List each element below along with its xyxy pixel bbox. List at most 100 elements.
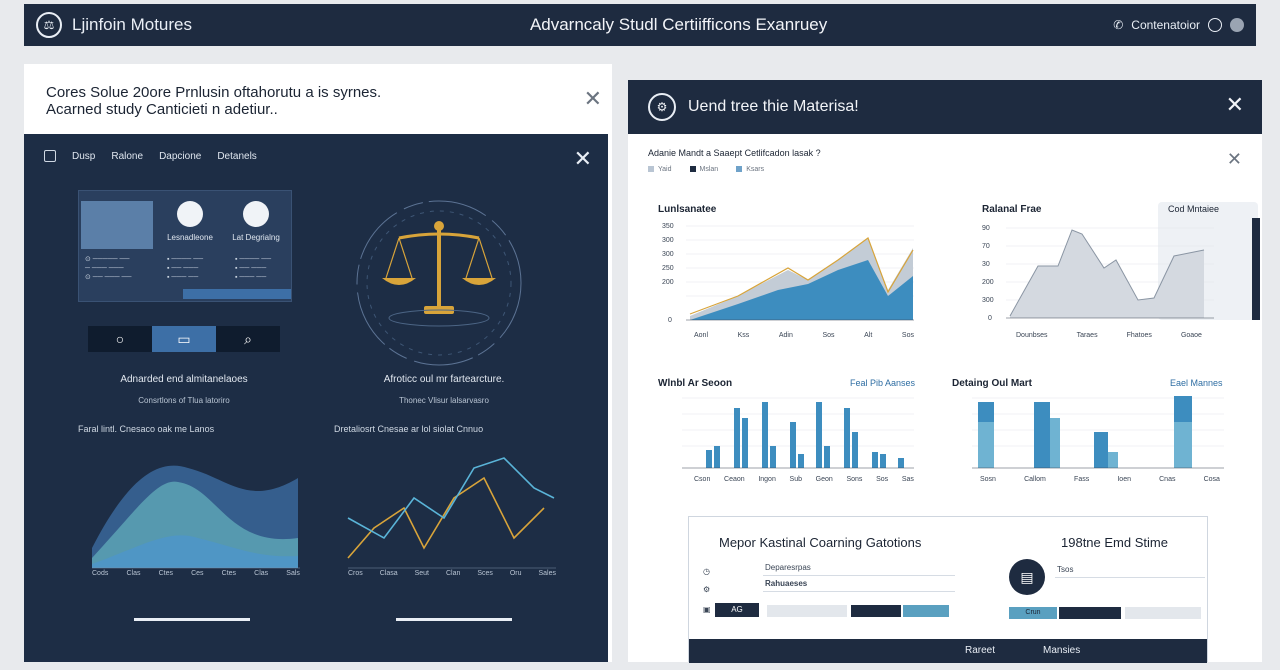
phone-icon[interactable]: ✆ bbox=[1113, 18, 1123, 32]
nav-item-1[interactable]: Dusp bbox=[72, 151, 95, 162]
x-tick: Sos bbox=[822, 332, 835, 339]
top-bar: ⚖ Ljinfoin Motures Advarncaly Studl Cert… bbox=[24, 4, 1256, 46]
footer-left-label[interactable]: Rareet bbox=[965, 645, 995, 656]
x-tick: Kss bbox=[737, 332, 750, 339]
bar bbox=[706, 450, 712, 468]
world-map-icon bbox=[81, 201, 153, 249]
x-tick: Sub bbox=[789, 476, 802, 483]
material-logo-icon: ⚙ bbox=[648, 93, 676, 121]
x-tick: Ctes bbox=[158, 570, 173, 577]
gear-icon: ⚙ bbox=[703, 585, 711, 594]
x-tick: Cosa bbox=[1203, 476, 1220, 483]
x-tick: Ces bbox=[191, 570, 204, 577]
bar bbox=[1108, 452, 1118, 468]
input-field[interactable] bbox=[1125, 607, 1201, 619]
bar bbox=[816, 402, 822, 468]
brand-logo-icon: ⚖ bbox=[36, 12, 62, 38]
divider bbox=[763, 575, 955, 576]
close-icon[interactable]: ✕ bbox=[574, 148, 592, 170]
subcaption-left: Consrtlons of Tlua latoriro bbox=[138, 396, 230, 405]
scroll-strip[interactable] bbox=[1252, 218, 1260, 320]
x-tick: Clas bbox=[254, 570, 269, 577]
right-panel-title: Uend tree thie Materisa! bbox=[688, 98, 859, 115]
divider bbox=[1055, 577, 1205, 578]
x-tick: Adin bbox=[778, 332, 793, 339]
bar bbox=[734, 408, 740, 468]
circle-tool-icon[interactable]: ○ bbox=[88, 326, 152, 352]
x-tick: Aonl bbox=[694, 332, 709, 339]
y-tick: 0 bbox=[668, 317, 672, 324]
x-tick: Geon bbox=[815, 476, 833, 483]
x-tick: Sals bbox=[286, 570, 300, 577]
bar bbox=[770, 446, 776, 468]
nav-item-4[interactable]: Detanels bbox=[217, 151, 256, 162]
input-field-dark[interactable] bbox=[1059, 607, 1121, 619]
input-field-blue[interactable] bbox=[903, 605, 949, 617]
chart-1: 350 300 300 250 200 0 bbox=[662, 223, 914, 324]
input-field-dark[interactable] bbox=[851, 605, 901, 617]
chart-4-title: Detaing Oul Mart bbox=[952, 378, 1033, 389]
x-tick: Cson bbox=[694, 476, 711, 483]
x-tick: Cros bbox=[348, 570, 363, 577]
y-tick: 250 bbox=[662, 265, 674, 272]
left-panel: Cores Solue 20ore Prnlusin oftahorutu a … bbox=[24, 64, 612, 662]
y-tick: 300 bbox=[982, 297, 994, 304]
y-tick: 30 bbox=[982, 261, 990, 268]
y-tick: 90 bbox=[982, 225, 990, 232]
profile-detail-lines: ⊙ ───── ── ─ ─── ─── ⊙ ── ─── ── bbox=[85, 256, 132, 281]
right-legend: Yaid Mslan Ksars bbox=[648, 166, 764, 173]
footer-right-label[interactable]: Mansies bbox=[1043, 645, 1080, 656]
status-ring-icon[interactable] bbox=[1208, 18, 1222, 32]
crun-button[interactable]: Crun bbox=[1009, 607, 1057, 619]
ag-button[interactable]: AG bbox=[715, 603, 759, 617]
menu-square-icon[interactable] bbox=[44, 150, 56, 162]
left-header-line-2: Acarned study Canticieti n adetiur.. bbox=[46, 101, 278, 118]
x-tick: Sosn bbox=[980, 476, 996, 483]
chart-4-x-axis: Sosn Callom Fass Ioen Cnas Cosa bbox=[980, 476, 1220, 483]
profile-detail-lines: ▪ ──── ── ▪ ── ─── ▪ ─── ── bbox=[235, 256, 272, 281]
x-tick: Sales bbox=[538, 570, 556, 577]
close-icon[interactable]: ✕ bbox=[584, 88, 602, 110]
dark-dashboard: Dusp Ralone Dapcione Detanels ✕ Lesnadle… bbox=[24, 134, 608, 662]
chart-4-link[interactable]: Eael Mannes bbox=[1170, 378, 1223, 388]
left-line-chart-x-axis: Cros Clasa Seut Clan Sces Oru Sales bbox=[348, 570, 556, 577]
close-icon[interactable]: ✕ bbox=[1226, 94, 1244, 116]
right-panel-header: ⚙ Uend tree thie Materisa! ✕ bbox=[628, 80, 1262, 134]
left-area-chart-x-axis: Cods Clas Ctes Ces Ctes Clas Sals bbox=[92, 570, 300, 577]
x-tick: Ingon bbox=[758, 476, 776, 483]
avatar[interactable] bbox=[1230, 18, 1244, 32]
chart-3-link[interactable]: Feal Pib Aanses bbox=[850, 378, 915, 388]
legend-item: Yaid bbox=[648, 166, 672, 173]
nav-item-3[interactable]: Dapcione bbox=[159, 151, 201, 162]
card-icon: ▣ bbox=[703, 605, 711, 614]
contact-label[interactable]: Contenatoior bbox=[1131, 18, 1200, 32]
line-series-blue bbox=[347, 457, 555, 540]
bottom-card: Mepor Kastinal Coarning Gatotions 198tne… bbox=[688, 516, 1208, 663]
card-tool-icon[interactable]: ▭ bbox=[152, 326, 216, 352]
y-tick: 0 bbox=[988, 315, 992, 322]
bar bbox=[1174, 422, 1192, 468]
chart-3-title: Wlnbl Ar Seoon bbox=[658, 378, 733, 389]
profile-1-label: Lesnadleone bbox=[167, 233, 213, 242]
nav-item-2[interactable]: Ralone bbox=[111, 151, 143, 162]
bar bbox=[978, 422, 994, 468]
close-icon[interactable]: ✕ bbox=[1227, 150, 1242, 168]
x-tick: Callom bbox=[1024, 476, 1046, 483]
brand[interactable]: ⚖ Ljinfoin Motures bbox=[24, 12, 324, 38]
left-line-chart-title: Dretaliosrt Cnesae ar lol siolat Cnnuo bbox=[334, 424, 484, 434]
x-tick: Ioen bbox=[1117, 476, 1131, 483]
divider bbox=[763, 591, 955, 592]
left-area-chart-title: Faral lintl. Cnesaco oak me Lanos bbox=[78, 424, 215, 434]
profile-progress-bar bbox=[183, 289, 291, 299]
search-icon[interactable]: ⌕ bbox=[216, 326, 280, 352]
bottom-card-title-left: Mepor Kastinal Coarning Gatotions bbox=[719, 535, 922, 550]
profile-2-label: Lat Degrialng bbox=[232, 233, 280, 242]
bottom-label-3: Tsos bbox=[1057, 565, 1074, 574]
input-field[interactable] bbox=[767, 605, 847, 617]
profile-2[interactable]: Lat Degrialng bbox=[225, 201, 287, 242]
left-panel-header: Cores Solue 20ore Prnlusin oftahorutu a … bbox=[24, 64, 612, 134]
profile-1[interactable]: Lesnadleone bbox=[159, 201, 221, 242]
progress-bar-left bbox=[134, 618, 250, 621]
x-tick: Clasa bbox=[379, 570, 398, 577]
top-right-controls: ✆ Contenatoior bbox=[1113, 18, 1256, 32]
